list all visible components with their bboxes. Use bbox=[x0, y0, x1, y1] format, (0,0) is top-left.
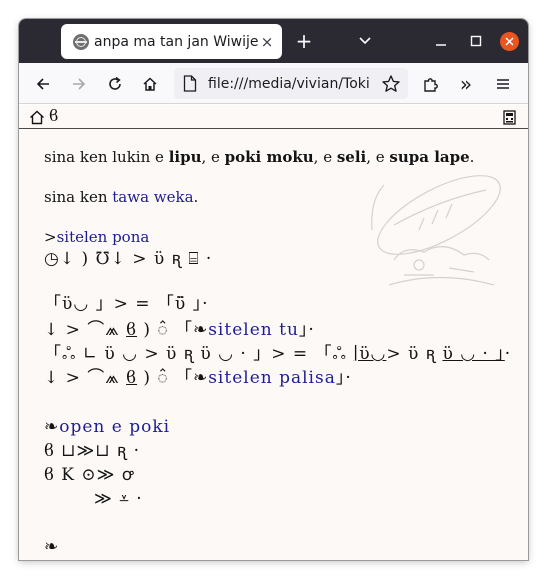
page-top-bar: ϐ bbox=[19, 105, 528, 129]
fleuron-icon: ❧ bbox=[44, 537, 60, 557]
text-run: 「ஃ ∟ ϋ ◡ > ϋ ꭆ ϋ ◡ · 」> = 「ஃ bbox=[44, 344, 354, 364]
sitelen-pona-line: ◷↓ ) ℧↓ > ϋ ꭆ ⌸ · bbox=[44, 249, 213, 269]
bold-term-seli: seli bbox=[336, 148, 367, 166]
text-run: , e bbox=[201, 148, 225, 166]
puzzle-icon bbox=[424, 78, 438, 92]
text-run: ) ꠆ 「❧ bbox=[137, 320, 209, 340]
text-run: · bbox=[504, 344, 512, 364]
text-run: ϐ bbox=[126, 320, 138, 340]
section-heading-open-e-poki: ❧open e poki bbox=[44, 416, 170, 438]
text-run: sina ken bbox=[44, 188, 113, 206]
text-run: ϐ bbox=[126, 368, 138, 388]
close-icon bbox=[505, 37, 514, 46]
tab-close-button[interactable]: × bbox=[258, 33, 276, 51]
link-sitelen-tu[interactable]: sitelen tu bbox=[208, 320, 299, 340]
sitelen-pona-line: ≫ ⩡ · bbox=[94, 489, 143, 509]
globe-icon bbox=[73, 34, 89, 50]
text-run: ∣ϋ◡ bbox=[353, 344, 387, 364]
page-bar-glyph[interactable]: ϐ bbox=[49, 107, 58, 125]
text-run: ↓ > ⌒⩕ bbox=[44, 320, 127, 340]
minimize-button[interactable] bbox=[431, 31, 451, 51]
sitelen-pona-line: ϐ K ⊙≫ ꝍ bbox=[44, 465, 135, 485]
page-content: ϐ sina ken lukin e lipu, e poki moku, e … bbox=[19, 105, 528, 560]
text-run: , e bbox=[313, 148, 337, 166]
reload-icon bbox=[109, 76, 121, 90]
window-close-button[interactable] bbox=[500, 32, 519, 51]
chevron-down-icon bbox=[359, 37, 371, 45]
link-tawa-weka[interactable]: tawa weka bbox=[112, 188, 193, 206]
link-sitelen-pona[interactable]: sitelen pona bbox=[57, 228, 150, 246]
link-open-e-poki[interactable]: open e poki bbox=[59, 417, 170, 437]
navigation-toolbar: file:///media/vivian/Toki » bbox=[19, 63, 528, 104]
text-run: ϋ ◡ · 」 bbox=[442, 344, 505, 364]
bookmark-star-icon[interactable] bbox=[381, 74, 401, 94]
sitelen-pona-line: 「ϋ◡ 」> = 「ϋ̈ 」· bbox=[44, 294, 209, 314]
link-sitelen-palisa[interactable]: sitelen palisa bbox=[208, 368, 336, 388]
url-bar[interactable]: file:///media/vivian/Toki bbox=[174, 68, 408, 99]
url-text[interactable]: file:///media/vivian/Toki bbox=[208, 75, 373, 93]
home-button[interactable] bbox=[137, 71, 163, 97]
tab-strip: anpa ma tan jan Wiwijen × + bbox=[19, 19, 528, 63]
tab-title: anpa ma tan jan Wiwijen bbox=[94, 34, 258, 50]
active-tab[interactable]: anpa ma tan jan Wiwijen × bbox=[61, 24, 282, 59]
arrow-right-icon bbox=[73, 78, 86, 90]
home-icon[interactable] bbox=[29, 110, 45, 125]
watermark-sketch bbox=[371, 175, 501, 286]
app-menu-button[interactable] bbox=[490, 71, 516, 97]
section-heading-sitelen-pona: >sitelen pona bbox=[44, 228, 149, 246]
text-run: . bbox=[193, 188, 199, 206]
new-tab-button[interactable]: + bbox=[294, 31, 314, 51]
extensions-button[interactable] bbox=[418, 71, 444, 97]
paragraph-leave: sina ken tawa weka. bbox=[44, 188, 198, 206]
text-run: ) ꠆ 「❧ bbox=[137, 368, 209, 388]
reload-button[interactable] bbox=[102, 71, 128, 97]
arrow-left-icon bbox=[36, 78, 49, 90]
text-run: 」· bbox=[335, 368, 352, 388]
forward-button[interactable] bbox=[66, 71, 92, 97]
maximize-icon bbox=[470, 35, 482, 47]
sitelen-pona-line: ϐ ⊔≫⊔ ꭆ · bbox=[44, 441, 141, 461]
bold-term-lipu: lipu bbox=[168, 148, 202, 166]
text-run: > bbox=[44, 228, 57, 246]
file-icon bbox=[183, 75, 197, 92]
hamburger-menu-icon bbox=[497, 79, 509, 89]
fleuron-icon: ❧ bbox=[44, 417, 60, 437]
list-all-tabs-button[interactable] bbox=[355, 31, 375, 51]
more-tools-button[interactable]: » bbox=[453, 71, 479, 97]
back-button[interactable] bbox=[30, 71, 56, 97]
text-run: sina ken lukin e bbox=[44, 148, 169, 166]
text-run: > ϋ ꭆ bbox=[386, 344, 443, 364]
text-run: 」· bbox=[298, 320, 315, 340]
browser-window: anpa ma tan jan Wiwijen × + file:///medi… bbox=[19, 19, 528, 560]
sitelen-pona-line: ↓ > ⌒⩕ ϐ ) ꠆ 「❧sitelen tu」· bbox=[44, 319, 315, 341]
home-icon bbox=[143, 77, 157, 91]
minimize-icon bbox=[436, 44, 446, 46]
sitelen-pona-line: ↓ > ⌒⩕ ϐ ) ꠆ 「❧sitelen palisa」· bbox=[44, 367, 352, 389]
bold-term-poki-moku: poki moku bbox=[224, 148, 314, 166]
sitelen-pona-line: 「ஃ ∟ ϋ ◡ > ϋ ꭆ ϋ ◡ · 」> = 「ஃ ∣ϋ◡> ϋ ꭆ ϋ … bbox=[44, 343, 511, 365]
text-run: ↓ > ⌒⩕ bbox=[44, 368, 127, 388]
maximize-button[interactable] bbox=[466, 31, 486, 51]
calculator-icon[interactable] bbox=[503, 110, 516, 125]
